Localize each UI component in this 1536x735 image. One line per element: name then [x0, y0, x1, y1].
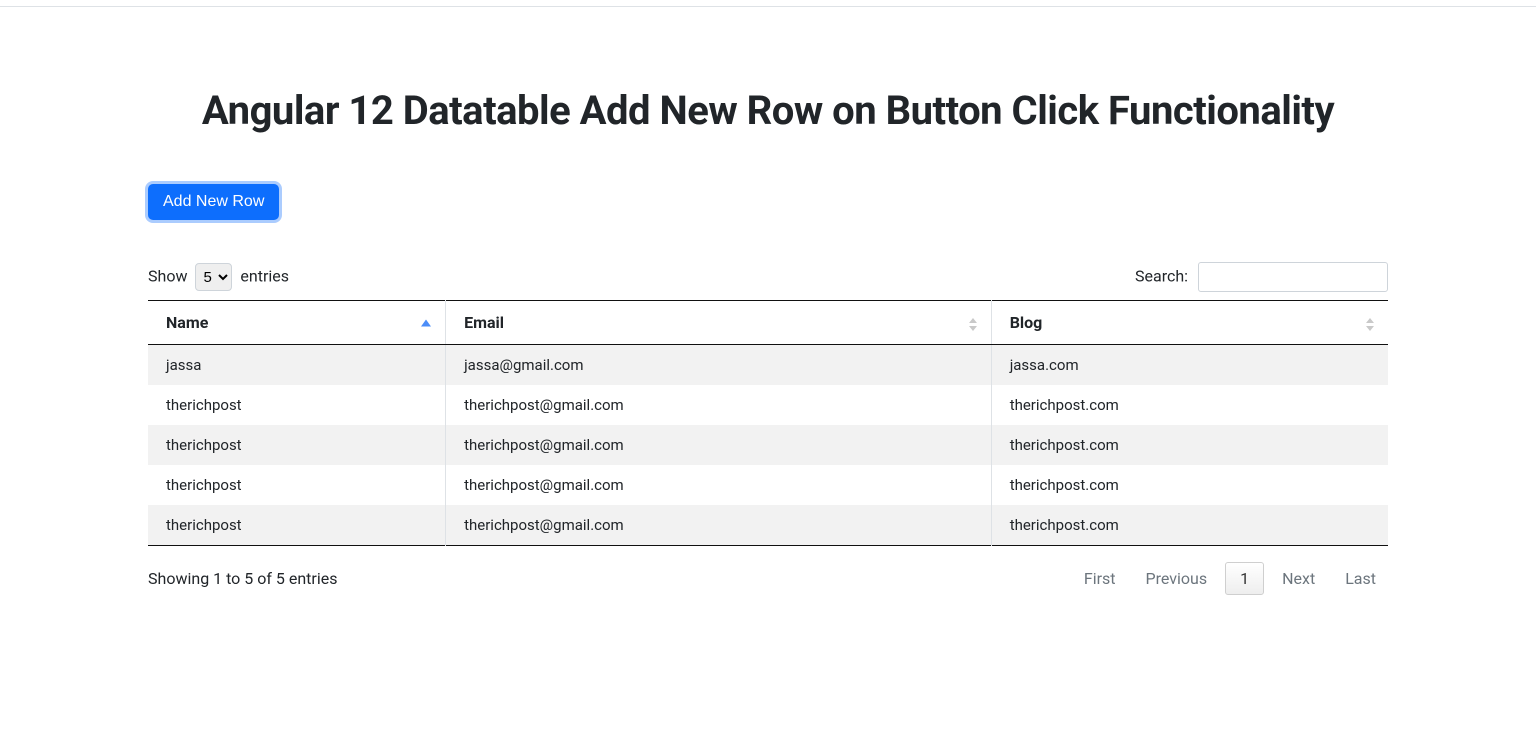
pager-current[interactable]: 1	[1225, 562, 1264, 595]
search-label: Search:	[1135, 267, 1188, 286]
table-header-row: Name Email Blog	[148, 301, 1388, 345]
table-info: Showing 1 to 5 of 5 entries	[148, 569, 337, 588]
pager-last[interactable]: Last	[1333, 563, 1388, 594]
column-header-name-label: Name	[166, 313, 208, 332]
top-divider	[0, 6, 1536, 7]
column-header-email[interactable]: Email	[446, 301, 992, 345]
table-row: therichpost therichpost@gmail.com theric…	[148, 385, 1388, 425]
cell-name: therichpost	[148, 465, 446, 505]
page-title: Angular 12 Datatable Add New Row on Butt…	[148, 87, 1388, 134]
data-table: Name Email Blog jassa jassa@gmail.com ja…	[148, 300, 1388, 546]
cell-email: therichpost@gmail.com	[446, 385, 992, 425]
column-header-blog[interactable]: Blog	[991, 301, 1388, 345]
table-row: therichpost therichpost@gmail.com theric…	[148, 425, 1388, 465]
search-input[interactable]	[1198, 262, 1388, 292]
cell-name: therichpost	[148, 505, 446, 546]
search-control: Search:	[1135, 262, 1388, 292]
table-footer: Showing 1 to 5 of 5 entries First Previo…	[148, 562, 1388, 595]
cell-blog: therichpost.com	[991, 505, 1388, 546]
cell-email: therichpost@gmail.com	[446, 425, 992, 465]
table-controls: Show 5 entries Search:	[148, 262, 1388, 292]
pager-first[interactable]: First	[1072, 563, 1128, 594]
show-label: Show	[148, 267, 187, 286]
column-header-blog-label: Blog	[1010, 313, 1043, 332]
column-header-name[interactable]: Name	[148, 301, 446, 345]
cell-name: therichpost	[148, 385, 446, 425]
table-row: jassa jassa@gmail.com jassa.com	[148, 345, 1388, 386]
length-control: Show 5 entries	[148, 263, 289, 291]
pager-previous[interactable]: Previous	[1134, 563, 1220, 594]
page-container: Angular 12 Datatable Add New Row on Butt…	[148, 87, 1388, 635]
column-header-email-label: Email	[464, 313, 504, 332]
cell-email: therichpost@gmail.com	[446, 465, 992, 505]
pager: First Previous 1 Next Last	[1066, 562, 1388, 595]
cell-email: jassa@gmail.com	[446, 345, 992, 386]
cell-blog: therichpost.com	[991, 425, 1388, 465]
entries-label: entries	[240, 267, 289, 286]
cell-email: therichpost@gmail.com	[446, 505, 992, 546]
cell-blog: jassa.com	[991, 345, 1388, 386]
cell-name: therichpost	[148, 425, 446, 465]
cell-blog: therichpost.com	[991, 385, 1388, 425]
cell-blog: therichpost.com	[991, 465, 1388, 505]
pager-next[interactable]: Next	[1270, 563, 1327, 594]
cell-name: jassa	[148, 345, 446, 386]
add-new-row-button[interactable]: Add New Row	[148, 184, 279, 220]
table-row: therichpost therichpost@gmail.com theric…	[148, 505, 1388, 546]
entries-select[interactable]: 5	[195, 263, 232, 291]
table-row: therichpost therichpost@gmail.com theric…	[148, 465, 1388, 505]
